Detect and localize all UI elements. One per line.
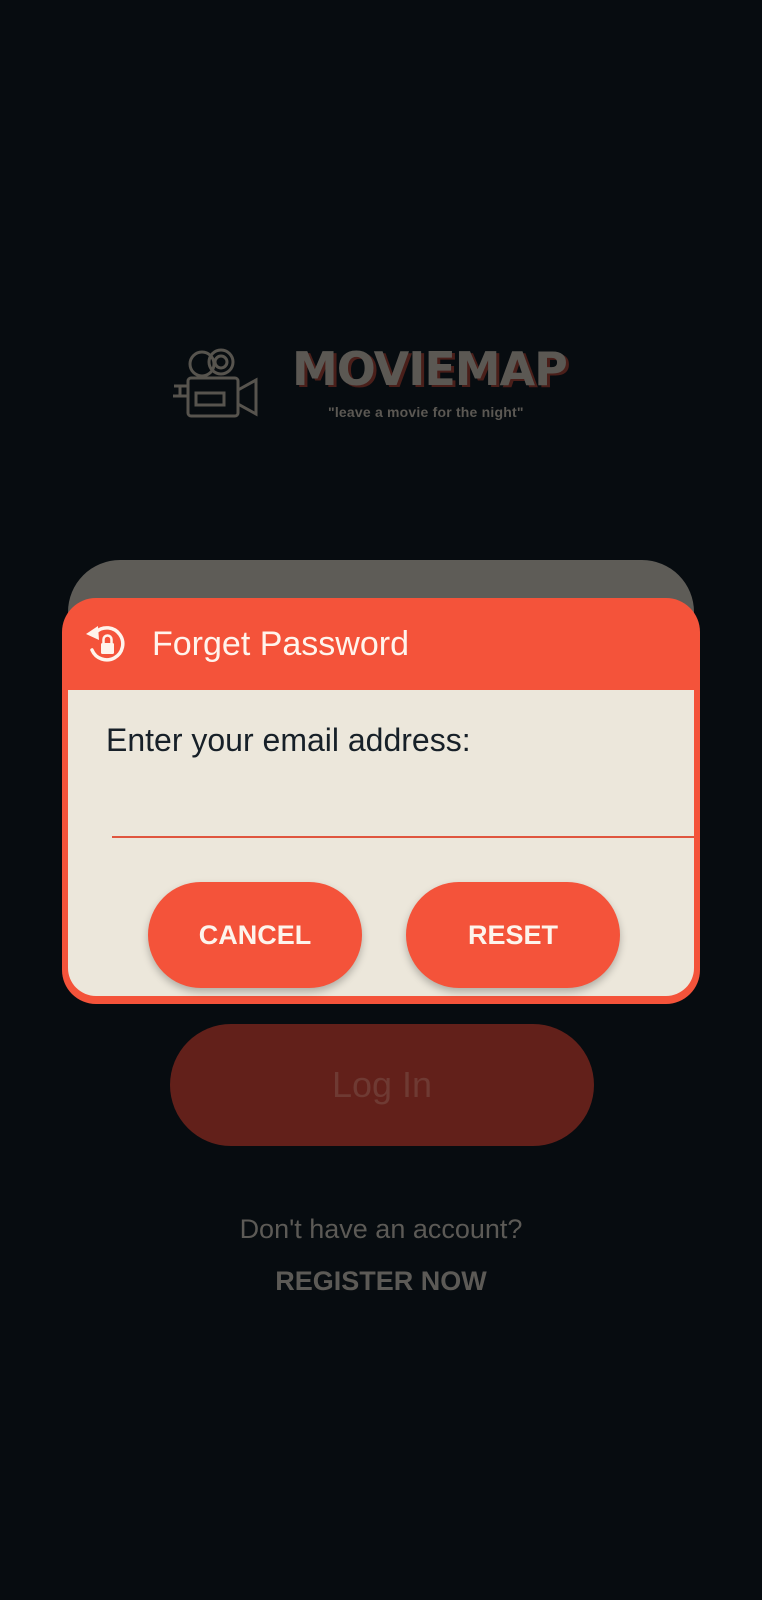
dialog-title: Forget Password (152, 625, 409, 663)
login-button[interactable]: Log In (170, 1024, 594, 1146)
no-account-text: Don't have an account? (239, 1214, 523, 1244)
brand-tagline: "leave a movie for the night" (328, 404, 524, 420)
dialog-body: Enter your email address: CANCEL RESET (68, 690, 694, 996)
app-logo: MOVIEMAP "leave a movie for the night" (170, 340, 600, 430)
movie-camera-icon (173, 348, 258, 418)
lock-reset-icon (86, 626, 125, 662)
cancel-button[interactable]: CANCEL (148, 882, 362, 988)
email-input[interactable] (112, 786, 694, 838)
brand-name: MOVIEMAP (292, 342, 568, 396)
dialog-header: Forget Password (62, 598, 700, 690)
forget-password-dialog: Forget Password Enter your email address… (62, 598, 700, 1004)
register-now-link[interactable]: REGISTER NOW (0, 1266, 762, 1297)
email-prompt: Enter your email address: (106, 722, 471, 758)
reset-button[interactable]: RESET (406, 882, 620, 988)
